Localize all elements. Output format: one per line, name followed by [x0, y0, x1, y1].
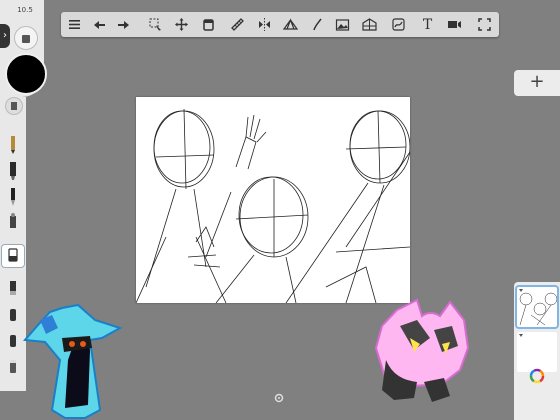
pink-character-sticker — [374, 298, 470, 402]
layer-thumbnail-2[interactable] — [517, 332, 557, 372]
settings-icon[interactable] — [274, 388, 284, 403]
teal-character-sticker — [22, 303, 123, 419]
fill-brush-icon[interactable] — [2, 245, 24, 267]
symmetry-icon[interactable] — [254, 14, 275, 35]
drawing-canvas[interactable] — [135, 97, 411, 304]
toolbar-grip-handle[interactable] — [272, 3, 288, 18]
marker-brush-icon[interactable] — [2, 159, 24, 181]
brush-size-label: 10.5 — [17, 6, 33, 14]
color-wheel-icon[interactable] — [529, 368, 545, 384]
scan-icon[interactable] — [444, 14, 465, 35]
list-icon[interactable] — [64, 14, 85, 35]
brush-preset-icon[interactable] — [5, 97, 23, 115]
add-layer-button[interactable]: + — [514, 70, 560, 96]
color-swatch[interactable] — [5, 53, 47, 95]
airbrush-brush-icon[interactable] — [2, 211, 24, 233]
transform-icon[interactable] — [171, 14, 192, 35]
layer-thumbnail-1[interactable] — [517, 287, 558, 327]
perspective-guide-icon[interactable] — [359, 14, 380, 35]
sketch-artwork — [135, 108, 411, 304]
redo-icon[interactable] — [113, 14, 134, 35]
fullscreen-icon[interactable] — [474, 14, 495, 35]
pencil-brush-icon[interactable] — [2, 133, 24, 155]
main-toolbar: T — [61, 12, 499, 37]
perspective-icon[interactable] — [280, 14, 301, 35]
curve-icon[interactable] — [307, 14, 328, 35]
chisel-brush-icon[interactable] — [2, 277, 24, 299]
ruler-icon[interactable] — [227, 14, 248, 35]
collapse-panel-button[interactable]: › — [0, 24, 10, 48]
image-import-icon[interactable] — [332, 14, 353, 35]
text-icon[interactable]: T — [417, 14, 438, 35]
stroke-icon[interactable] — [388, 14, 409, 35]
pen-brush-icon[interactable] — [2, 185, 24, 207]
fill-bucket-icon[interactable] — [198, 14, 219, 35]
brush-opacity-puck[interactable] — [14, 26, 38, 50]
layer-panel — [514, 282, 560, 420]
selection-icon[interactable] — [145, 14, 166, 35]
undo-icon[interactable] — [89, 14, 110, 35]
